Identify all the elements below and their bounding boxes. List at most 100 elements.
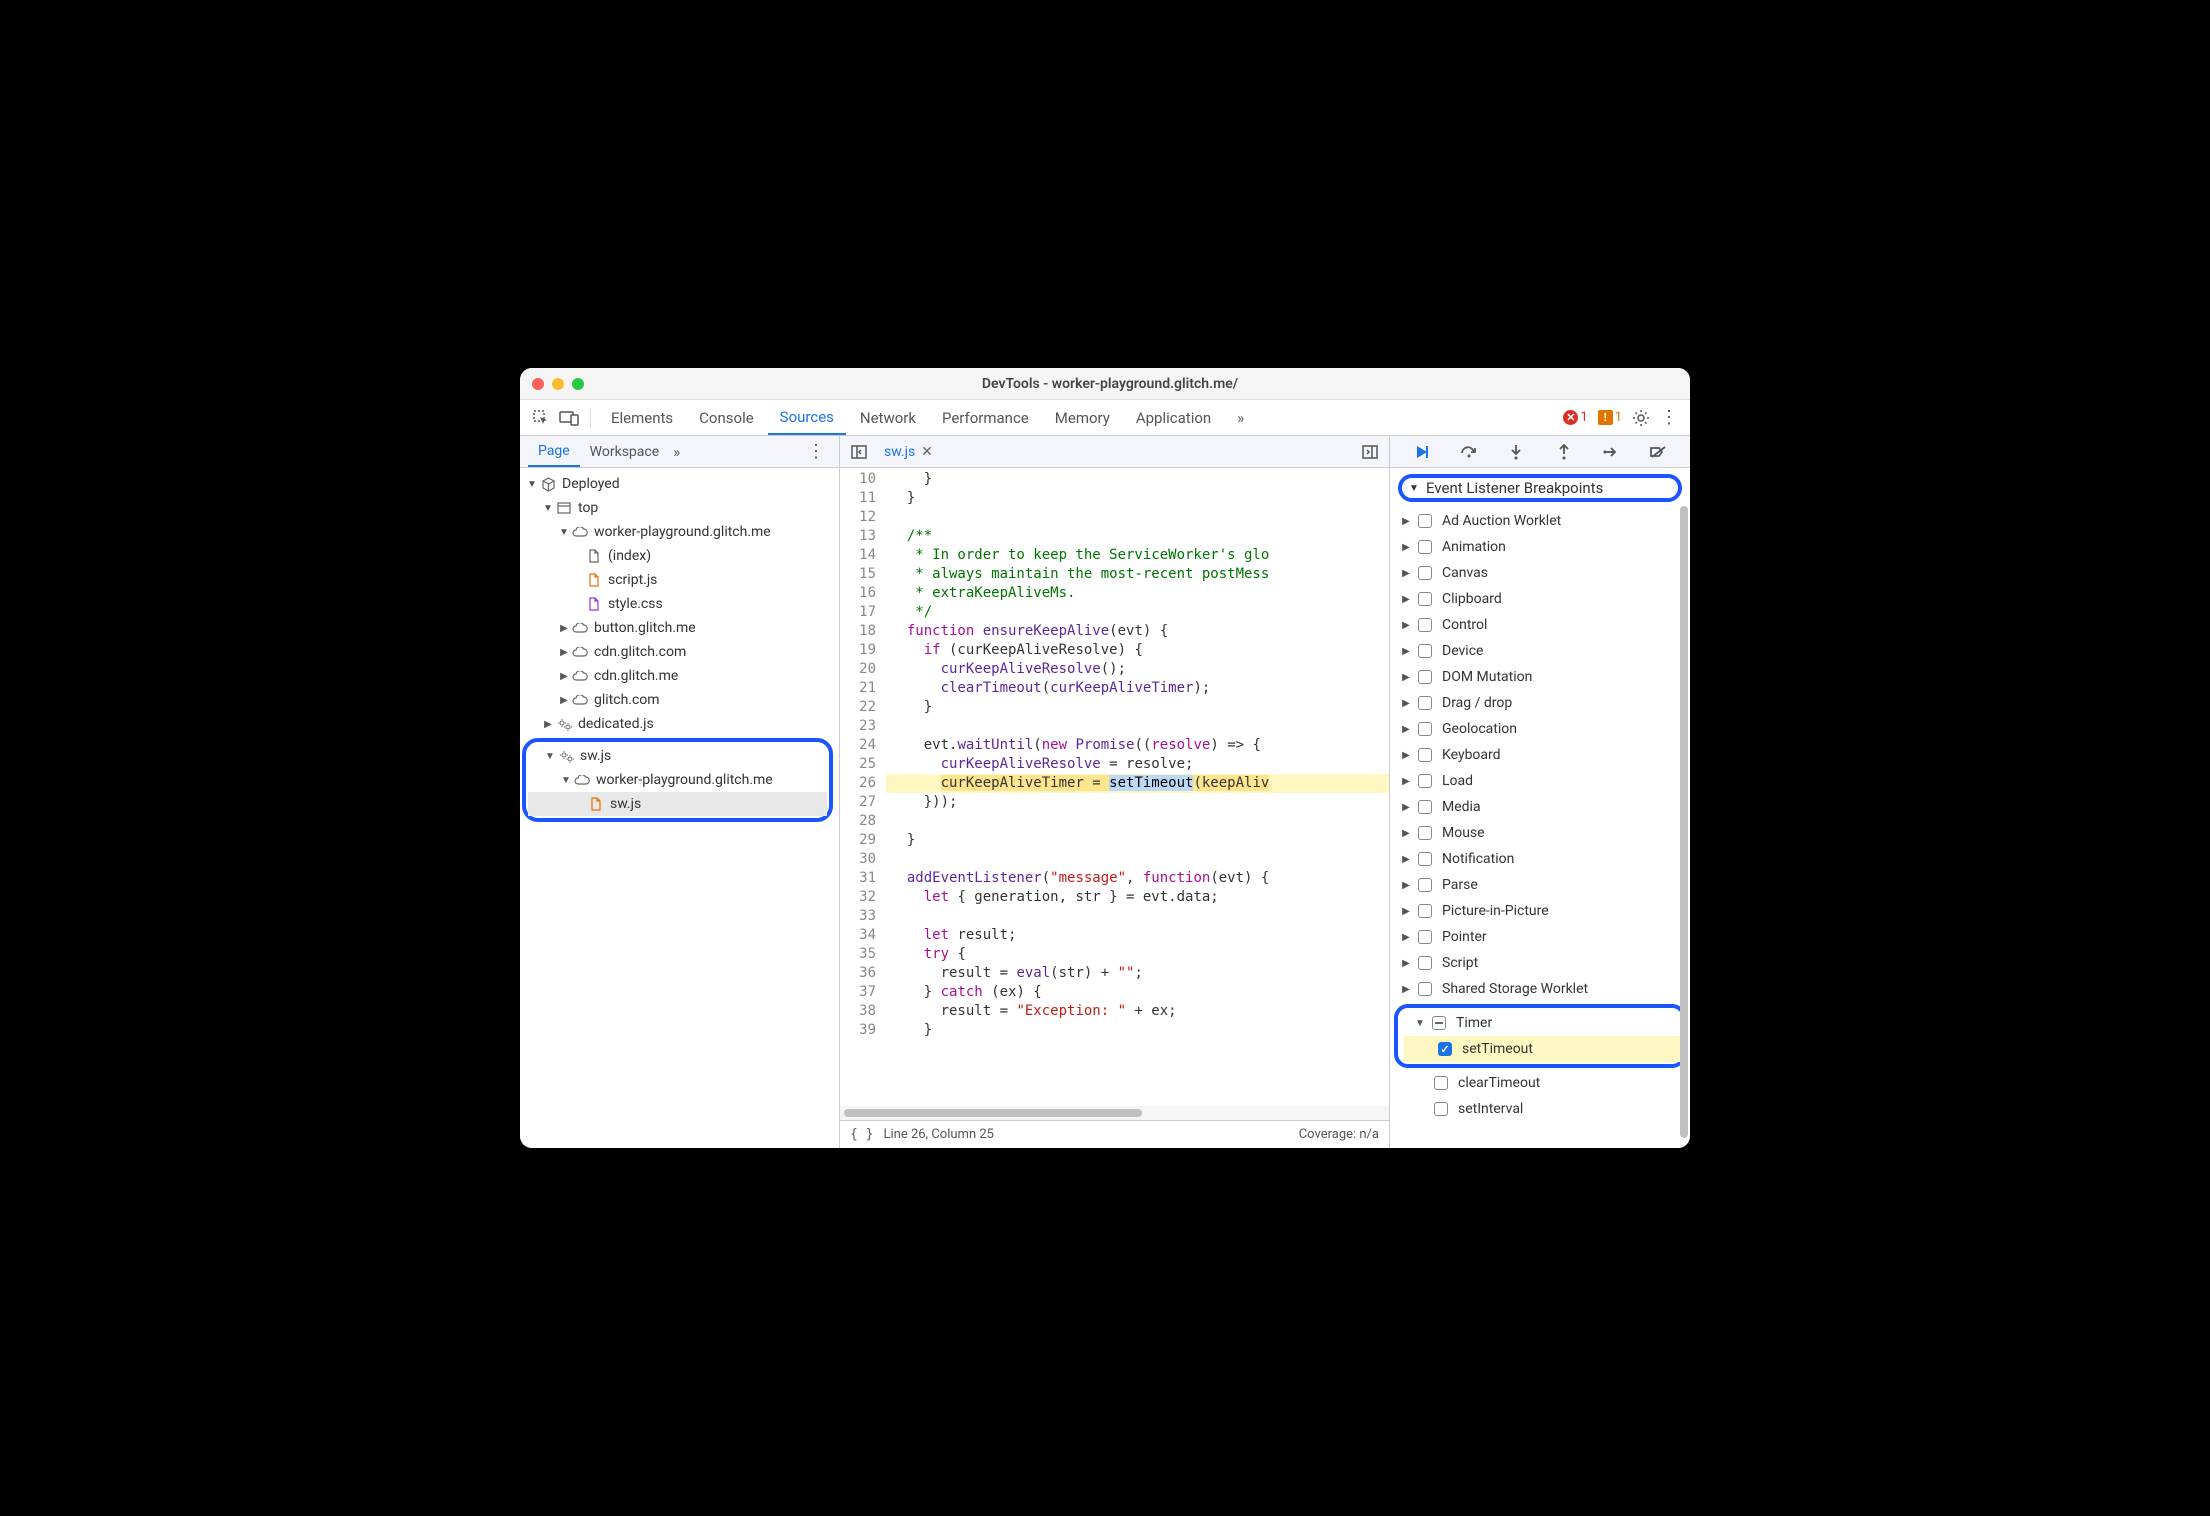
checkbox-icon[interactable] [1418, 618, 1432, 632]
settings-icon[interactable] [1628, 405, 1654, 431]
deactivate-breakpoints-button[interactable] [1647, 441, 1669, 463]
step-out-button[interactable] [1553, 441, 1575, 463]
event-category-row[interactable]: ▶Animation [1390, 534, 1690, 560]
scrollbar-thumb[interactable] [844, 1109, 1142, 1117]
resume-button[interactable] [1411, 441, 1433, 463]
checkbox-icon[interactable] [1418, 852, 1432, 866]
tree-domain-glitch[interactable]: ▶glitch.com [520, 688, 839, 712]
tree-file-stylecss[interactable]: style.css [520, 592, 839, 616]
checkbox-icon[interactable] [1418, 748, 1432, 762]
close-tab-icon[interactable]: ✕ [921, 444, 933, 460]
event-clearTimeout[interactable]: clearTimeout [1390, 1070, 1690, 1096]
kebab-menu-icon[interactable]: ⋮ [1656, 405, 1682, 431]
horizontal-scrollbar[interactable] [840, 1106, 1389, 1120]
checkbox-icon[interactable] [1418, 696, 1432, 710]
step-over-button[interactable] [1458, 441, 1480, 463]
editor-tabbar: sw.js ✕ [840, 436, 1389, 468]
vertical-scrollbar[interactable] [1680, 506, 1688, 1138]
checkbox-icon[interactable] [1418, 514, 1432, 528]
tabs-overflow[interactable]: » [1225, 400, 1256, 435]
error-badge[interactable]: ✕1 [1563, 410, 1587, 425]
checkbox-icon[interactable] [1418, 774, 1432, 788]
event-category-row[interactable]: ▶Geolocation [1390, 716, 1690, 742]
tab-sources[interactable]: Sources [768, 400, 846, 435]
checkbox-icon[interactable] [1418, 904, 1432, 918]
checkbox-icon[interactable] [1434, 1076, 1448, 1090]
section-title[interactable]: Event Listener Breakpoints [1426, 479, 1603, 497]
checkbox-icon[interactable] [1418, 878, 1432, 892]
event-category-row[interactable]: ▶Script [1390, 950, 1690, 976]
event-category-row[interactable]: ▶Device [1390, 638, 1690, 664]
subtab-workspace[interactable]: Workspace [580, 436, 670, 467]
code-editor[interactable]: 1011121314151617181920212223242526272829… [840, 468, 1389, 1106]
tree-domain-cdnme[interactable]: ▶cdn.glitch.me [520, 664, 839, 688]
tree-domain-1[interactable]: ▼worker-playground.glitch.me [520, 520, 839, 544]
event-category-row[interactable]: ▶Parse [1390, 872, 1690, 898]
tree-file-index[interactable]: (index) [520, 544, 839, 568]
event-category-row[interactable]: ▶Media [1390, 794, 1690, 820]
event-category-row[interactable]: ▶Pointer [1390, 924, 1690, 950]
pretty-print-icon[interactable]: { } [850, 1127, 873, 1142]
tab-memory[interactable]: Memory [1043, 400, 1122, 435]
checkbox-indeterminate-icon[interactable] [1432, 1016, 1446, 1030]
checkbox-icon[interactable] [1418, 800, 1432, 814]
tree-sw-domain[interactable]: ▼worker-playground.glitch.me [528, 768, 827, 792]
checkbox-icon[interactable] [1418, 540, 1432, 554]
tree-sw-root[interactable]: ▼sw.js [528, 744, 827, 768]
inspect-icon[interactable] [528, 405, 554, 431]
checkbox-icon[interactable] [1418, 670, 1432, 684]
tree-file-swjs[interactable]: sw.js [528, 792, 827, 816]
maximize-window-button[interactable] [572, 378, 584, 390]
checkbox-icon[interactable] [1434, 1102, 1448, 1116]
toggle-debugger-icon[interactable] [1357, 439, 1383, 465]
checkbox-icon[interactable] [1418, 982, 1432, 996]
event-category-row[interactable]: ▶DOM Mutation [1390, 664, 1690, 690]
checkbox-icon[interactable] [1418, 566, 1432, 580]
subtab-page[interactable]: Page [528, 436, 580, 467]
tree-dedicated[interactable]: ▶dedicated.js [520, 712, 839, 736]
minimize-window-button[interactable] [552, 378, 564, 390]
subtabs-overflow[interactable]: » [673, 443, 680, 461]
event-category-row[interactable]: ▶Clipboard [1390, 586, 1690, 612]
event-category-row[interactable]: ▶Shared Storage Worklet [1390, 976, 1690, 1002]
cube-icon [540, 476, 556, 492]
event-category-row[interactable]: ▶Control [1390, 612, 1690, 638]
editor-tab-swjs[interactable]: sw.js ✕ [878, 436, 939, 467]
checkbox-icon[interactable] [1418, 930, 1432, 944]
checkbox-icon[interactable] [1418, 592, 1432, 606]
tree-root-deployed[interactable]: ▼Deployed [520, 472, 839, 496]
event-category-row[interactable]: ▶Drag / drop [1390, 690, 1690, 716]
event-category-row[interactable]: ▶Canvas [1390, 560, 1690, 586]
device-toolbar-icon[interactable] [556, 405, 582, 431]
navigator-menu-icon[interactable]: ⋮ [801, 441, 831, 462]
tree-file-scriptjs[interactable]: script.js [520, 568, 839, 592]
tree-top[interactable]: ▼top [520, 496, 839, 520]
step-into-button[interactable] [1505, 441, 1527, 463]
close-window-button[interactable] [532, 378, 544, 390]
tab-performance[interactable]: Performance [930, 400, 1041, 435]
event-category-timer[interactable]: ▼Timer [1404, 1010, 1680, 1036]
warning-badge[interactable]: !1 [1598, 410, 1622, 425]
tab-application[interactable]: Application [1124, 400, 1223, 435]
event-setInterval[interactable]: setInterval [1390, 1096, 1690, 1122]
event-setTimeout[interactable]: setTimeout [1404, 1036, 1680, 1062]
toggle-navigator-icon[interactable] [846, 439, 872, 465]
step-button[interactable] [1600, 441, 1622, 463]
event-category-row[interactable]: ▶Keyboard [1390, 742, 1690, 768]
checkbox-checked-icon[interactable] [1438, 1042, 1452, 1056]
tree-domain-cdncom[interactable]: ▶cdn.glitch.com [520, 640, 839, 664]
tab-network[interactable]: Network [848, 400, 928, 435]
tab-elements[interactable]: Elements [599, 400, 685, 435]
tab-console[interactable]: Console [687, 400, 766, 435]
code-area[interactable]: } } /** * In order to keep the ServiceWo… [886, 468, 1389, 1106]
tree-domain-button[interactable]: ▶button.glitch.me [520, 616, 839, 640]
event-category-row[interactable]: ▶Mouse [1390, 820, 1690, 846]
checkbox-icon[interactable] [1418, 722, 1432, 736]
event-category-row[interactable]: ▶Ad Auction Worklet [1390, 508, 1690, 534]
checkbox-icon[interactable] [1418, 826, 1432, 840]
event-category-row[interactable]: ▶Load [1390, 768, 1690, 794]
checkbox-icon[interactable] [1418, 956, 1432, 970]
event-category-row[interactable]: ▶Notification [1390, 846, 1690, 872]
event-category-row[interactable]: ▶Picture-in-Picture [1390, 898, 1690, 924]
checkbox-icon[interactable] [1418, 644, 1432, 658]
